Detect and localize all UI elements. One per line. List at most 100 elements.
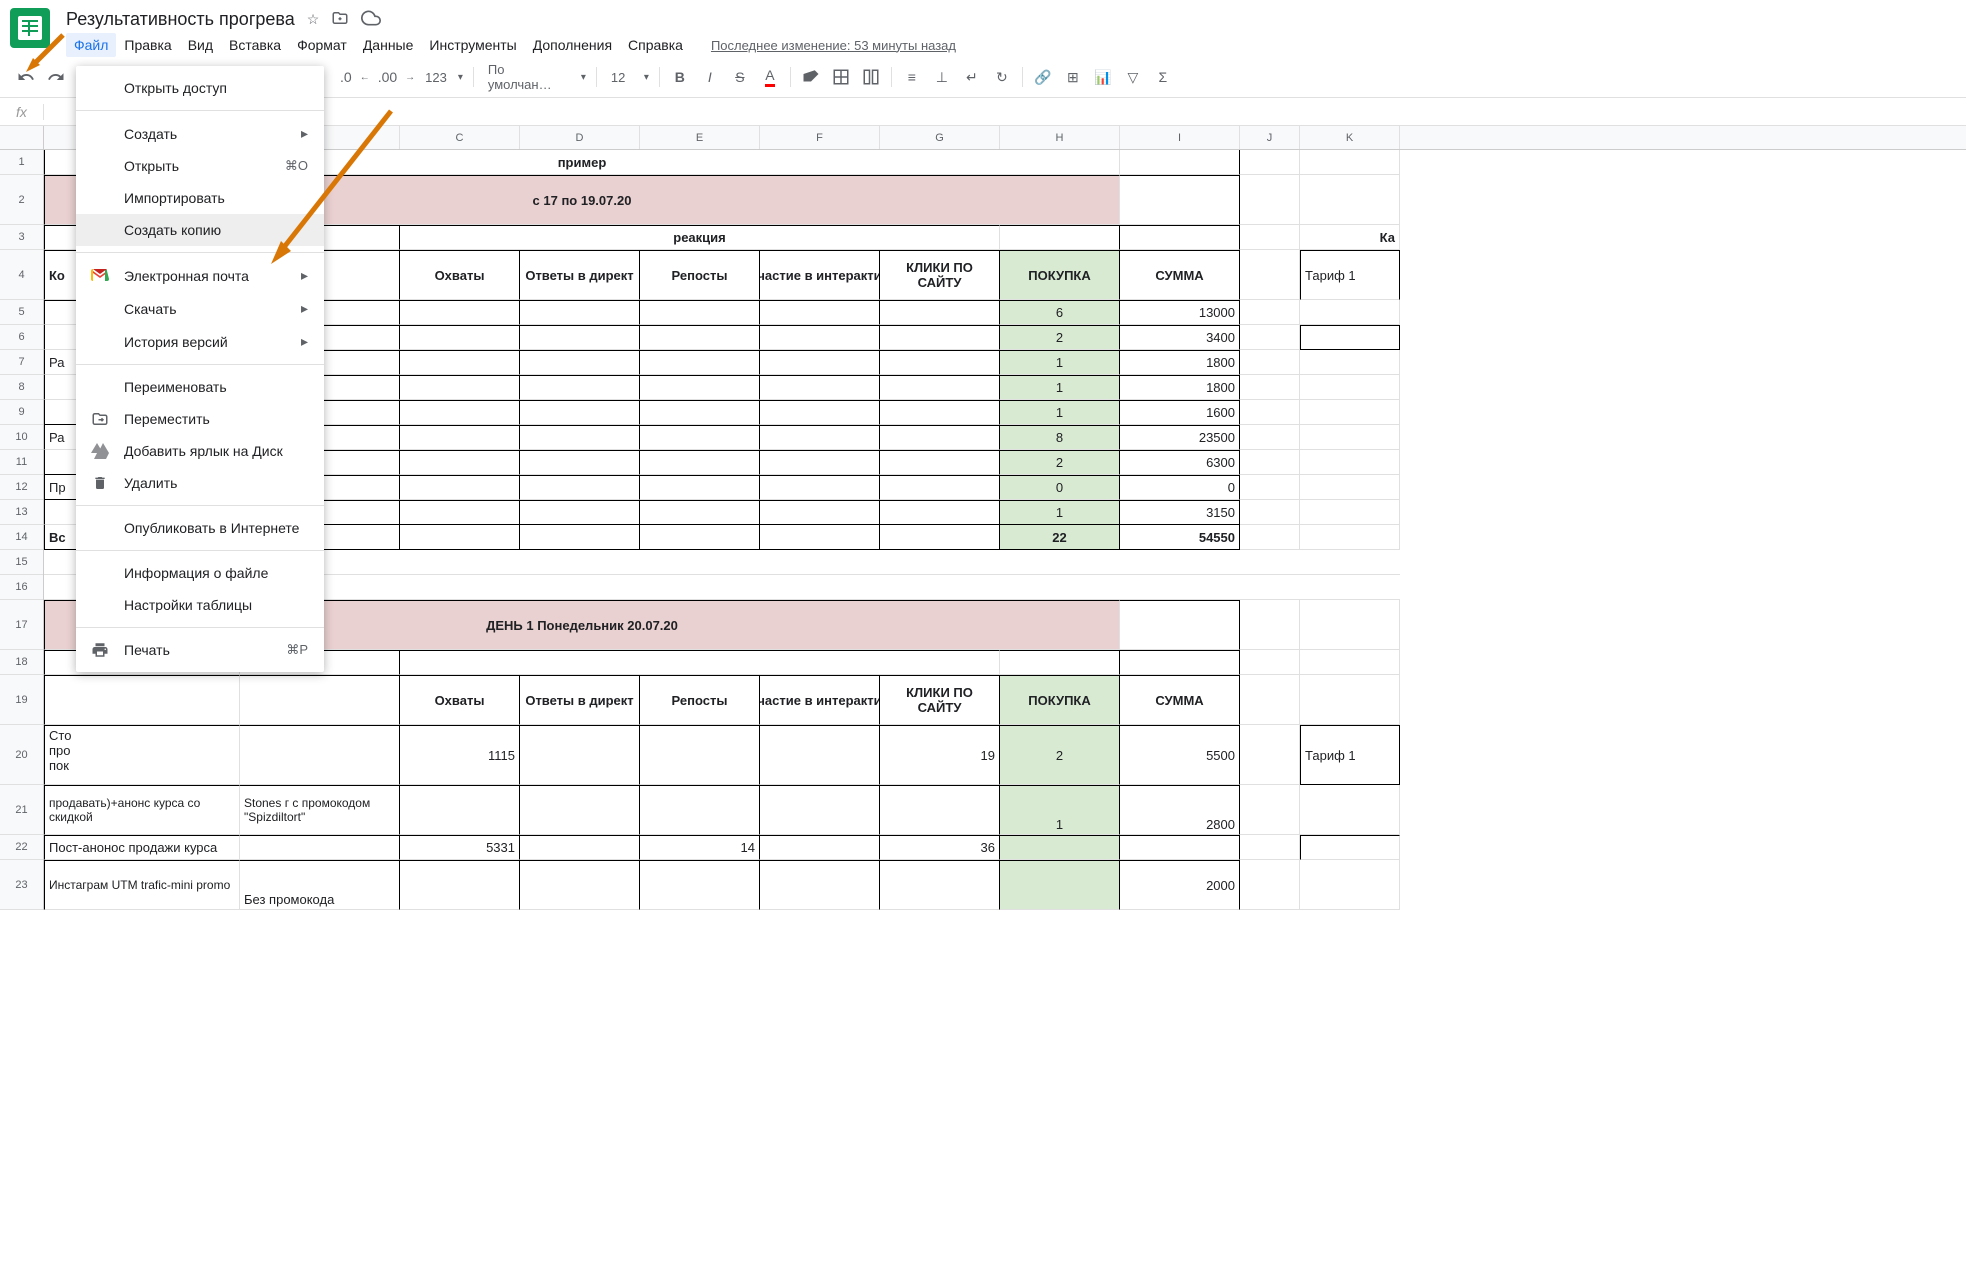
- cell[interactable]: 6300: [1120, 450, 1240, 475]
- cell[interactable]: [760, 325, 880, 350]
- cell[interactable]: КЛИКИ ПО САЙТУ: [880, 250, 1000, 300]
- font-size-select[interactable]: 12: [603, 64, 653, 90]
- cell[interactable]: 14: [640, 835, 760, 860]
- cell[interactable]: Без промокода: [240, 860, 400, 910]
- cell[interactable]: СУММА: [1120, 675, 1240, 725]
- cell[interactable]: 3400: [1120, 325, 1240, 350]
- col-header[interactable]: C: [400, 126, 520, 149]
- cell[interactable]: [760, 425, 880, 450]
- cell[interactable]: частие в интеракти: [760, 250, 880, 300]
- row-header[interactable]: 17: [0, 600, 43, 650]
- text-rotation-button[interactable]: ↻: [988, 63, 1016, 91]
- cell[interactable]: [400, 325, 520, 350]
- cell[interactable]: [1240, 525, 1300, 550]
- cell[interactable]: [400, 785, 520, 835]
- cell[interactable]: [760, 350, 880, 375]
- cell[interactable]: [880, 425, 1000, 450]
- cell[interactable]: [1000, 835, 1120, 860]
- dd-open[interactable]: Открыть⌘O: [76, 150, 324, 182]
- row-header[interactable]: 1: [0, 150, 43, 175]
- italic-button[interactable]: I: [696, 63, 724, 91]
- cell[interactable]: 1800: [1120, 375, 1240, 400]
- cell[interactable]: [1120, 150, 1240, 175]
- cell[interactable]: [1240, 150, 1300, 175]
- text-color-button[interactable]: A: [756, 63, 784, 91]
- cell[interactable]: [400, 300, 520, 325]
- select-all-corner[interactable]: [0, 126, 44, 149]
- cell[interactable]: [640, 400, 760, 425]
- cell[interactable]: [1240, 325, 1300, 350]
- sheets-logo[interactable]: [10, 8, 50, 48]
- cell[interactable]: ПОКУПКА: [1000, 675, 1120, 725]
- cell[interactable]: [1240, 725, 1300, 785]
- cell[interactable]: [760, 475, 880, 500]
- cell[interactable]: [760, 375, 880, 400]
- menu-addons[interactable]: Дополнения: [525, 33, 620, 57]
- cell[interactable]: 22: [1000, 525, 1120, 550]
- cell[interactable]: [520, 725, 640, 785]
- cell[interactable]: [1240, 250, 1300, 300]
- menu-format[interactable]: Формат: [289, 33, 355, 57]
- cell[interactable]: [400, 860, 520, 910]
- row-header[interactable]: 20: [0, 725, 43, 785]
- comment-button[interactable]: ⊞: [1059, 63, 1087, 91]
- row-header[interactable]: 13: [0, 500, 43, 525]
- cell[interactable]: [880, 325, 1000, 350]
- cell[interactable]: Ка: [1300, 225, 1400, 250]
- text-wrap-button[interactable]: ↵: [958, 63, 986, 91]
- cell[interactable]: [1300, 325, 1400, 350]
- cell[interactable]: [1300, 600, 1400, 650]
- cell[interactable]: [520, 475, 640, 500]
- cell[interactable]: [520, 400, 640, 425]
- cell[interactable]: Ответы в директ: [520, 675, 640, 725]
- row-header[interactable]: 23: [0, 860, 43, 910]
- cell[interactable]: [1300, 425, 1400, 450]
- cell[interactable]: КЛИКИ ПО САЙТУ: [880, 675, 1000, 725]
- menu-data[interactable]: Данные: [355, 33, 422, 57]
- cell[interactable]: [520, 375, 640, 400]
- cell[interactable]: [1300, 525, 1400, 550]
- dd-email[interactable]: Электронная почта▸: [76, 259, 324, 292]
- cell[interactable]: Охваты: [400, 250, 520, 300]
- cell[interactable]: [1240, 835, 1300, 860]
- cell[interactable]: частие в интеракти: [760, 675, 880, 725]
- cell[interactable]: [44, 675, 240, 725]
- cell[interactable]: [1240, 375, 1300, 400]
- row-header[interactable]: 19: [0, 675, 43, 725]
- cell[interactable]: 2: [1000, 325, 1120, 350]
- cell[interactable]: 36: [880, 835, 1000, 860]
- cell[interactable]: [760, 400, 880, 425]
- cell[interactable]: [880, 375, 1000, 400]
- cell[interactable]: ПОКУПКА: [1000, 250, 1120, 300]
- col-header[interactable]: H: [1000, 126, 1120, 149]
- v-align-button[interactable]: ⊥: [928, 63, 956, 91]
- merge-cells-button[interactable]: [857, 63, 885, 91]
- cell[interactable]: [1240, 860, 1300, 910]
- row-header[interactable]: 14: [0, 525, 43, 550]
- cell[interactable]: 1: [1000, 785, 1120, 835]
- cell[interactable]: [640, 860, 760, 910]
- cell[interactable]: [1300, 675, 1400, 725]
- cell[interactable]: 2: [1000, 450, 1120, 475]
- cell[interactable]: 1: [1000, 350, 1120, 375]
- row-header[interactable]: 22: [0, 835, 43, 860]
- undo-button[interactable]: [12, 63, 40, 91]
- cell[interactable]: 2000: [1120, 860, 1240, 910]
- cell[interactable]: 54550: [1120, 525, 1240, 550]
- menu-edit[interactable]: Правка: [116, 33, 179, 57]
- cell[interactable]: [400, 500, 520, 525]
- cell[interactable]: [640, 500, 760, 525]
- row-header[interactable]: 4: [0, 250, 43, 300]
- cell[interactable]: [760, 860, 880, 910]
- cell[interactable]: [880, 350, 1000, 375]
- cell[interactable]: [1240, 600, 1300, 650]
- strikethrough-button[interactable]: S: [726, 63, 754, 91]
- row-header[interactable]: 7: [0, 350, 43, 375]
- cell[interactable]: [1300, 150, 1400, 175]
- cell[interactable]: [880, 785, 1000, 835]
- cell[interactable]: [1000, 225, 1120, 250]
- cell[interactable]: [1300, 375, 1400, 400]
- last-edit-link[interactable]: Последнее изменение: 53 минуты назад: [711, 38, 956, 53]
- row-header[interactable]: 3: [0, 225, 43, 250]
- cell[interactable]: [1300, 350, 1400, 375]
